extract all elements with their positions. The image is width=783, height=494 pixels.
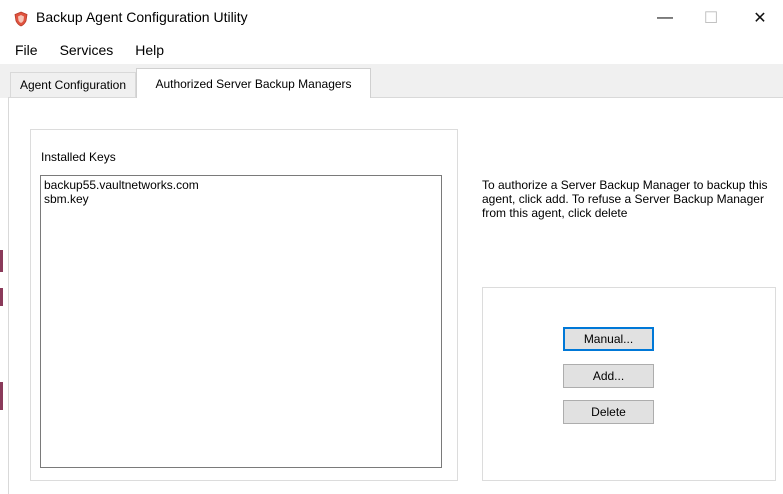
- close-button[interactable]: ✕: [737, 0, 783, 36]
- installed-keys-listbox[interactable]: backup55.vaultnetworks.com sbm.key: [40, 175, 442, 468]
- instructions-text: To authorize a Server Backup Manager to …: [482, 178, 768, 220]
- desktop-edge-mark: [0, 288, 3, 306]
- list-item[interactable]: sbm.key: [44, 192, 438, 206]
- menu-help[interactable]: Help: [124, 42, 175, 58]
- maximize-button[interactable]: ☐: [688, 0, 734, 36]
- add-button[interactable]: Add...: [563, 364, 654, 388]
- desktop-edge-mark: [0, 382, 3, 410]
- manual-button[interactable]: Manual...: [563, 327, 654, 351]
- menu-bar: File Services Help: [0, 36, 783, 64]
- list-item[interactable]: backup55.vaultnetworks.com: [44, 178, 438, 192]
- main-window: Backup Agent Configuration Utility — ☐ ✕…: [0, 0, 783, 494]
- installed-keys-label: Installed Keys: [41, 150, 116, 164]
- close-icon: ✕: [753, 10, 767, 27]
- delete-button[interactable]: Delete: [563, 400, 654, 424]
- desktop-edge-mark: [0, 250, 3, 272]
- shield-icon: [13, 11, 29, 27]
- tab-agent-configuration[interactable]: Agent Configuration: [10, 72, 136, 97]
- maximize-icon: ☐: [703, 10, 719, 27]
- tab-authorized-server-backup-managers[interactable]: Authorized Server Backup Managers: [136, 68, 371, 98]
- window-title: Backup Agent Configuration Utility: [36, 9, 248, 25]
- minimize-icon: —: [657, 9, 673, 26]
- minimize-button[interactable]: —: [642, 0, 688, 36]
- title-bar[interactable]: Backup Agent Configuration Utility — ☐ ✕: [0, 0, 783, 36]
- menu-file[interactable]: File: [0, 42, 49, 58]
- menu-services[interactable]: Services: [49, 42, 125, 58]
